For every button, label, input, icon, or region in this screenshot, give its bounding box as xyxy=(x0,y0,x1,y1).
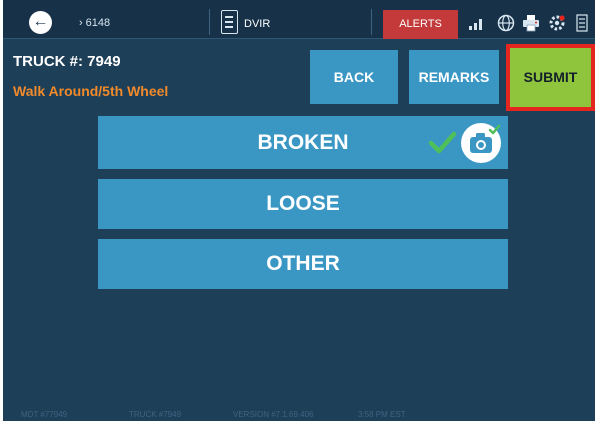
camera-button[interactable] xyxy=(461,123,501,163)
printer-icon[interactable] xyxy=(522,14,540,32)
alerts-button[interactable]: ALERTS xyxy=(383,10,458,39)
dvir-screen: ← › 6148 DVIR ALERTS TRUCK #: 7949 Walk … xyxy=(3,0,595,421)
camera-icon xyxy=(470,124,501,153)
status-footer: MDT #77949 TRUCK #7949 VERSION #7.1.69.4… xyxy=(3,407,595,421)
divider xyxy=(371,9,372,35)
chevron-right-icon: › xyxy=(79,17,83,29)
signal-icon[interactable] xyxy=(467,14,485,32)
footer-version: VERSION #7.1.69.406 xyxy=(233,410,314,419)
settings-icon[interactable] xyxy=(548,14,566,32)
top-bar: ← › 6148 DVIR ALERTS xyxy=(3,0,595,39)
globe-icon[interactable] xyxy=(497,14,515,32)
remarks-button[interactable]: REMARKS xyxy=(409,50,499,104)
footer-time: 3:58 PM EST xyxy=(358,410,406,419)
submit-button[interactable]: SUBMIT xyxy=(510,48,591,107)
option-other-button[interactable]: OTHER xyxy=(98,239,508,289)
option-loose-button[interactable]: LOOSE xyxy=(98,179,508,229)
footer-mdt: MDT #77949 xyxy=(21,410,68,419)
breadcrumb-value: 6148 xyxy=(85,17,111,29)
document-icon[interactable] xyxy=(221,10,238,34)
inspection-area-label: Walk Around/5th Wheel xyxy=(13,83,169,99)
breadcrumb[interactable]: › 6148 xyxy=(79,17,110,29)
truck-number: TRUCK #: 7949 xyxy=(13,53,121,70)
back-arrow-icon[interactable]: ← xyxy=(29,11,52,34)
divider xyxy=(209,9,210,35)
footer-truck: TRUCK #7949 xyxy=(129,410,182,419)
module-label[interactable]: DVIR xyxy=(244,18,270,30)
back-button[interactable]: BACK xyxy=(310,50,398,104)
checkmark-icon xyxy=(428,131,457,154)
menu-icon[interactable] xyxy=(576,14,588,32)
